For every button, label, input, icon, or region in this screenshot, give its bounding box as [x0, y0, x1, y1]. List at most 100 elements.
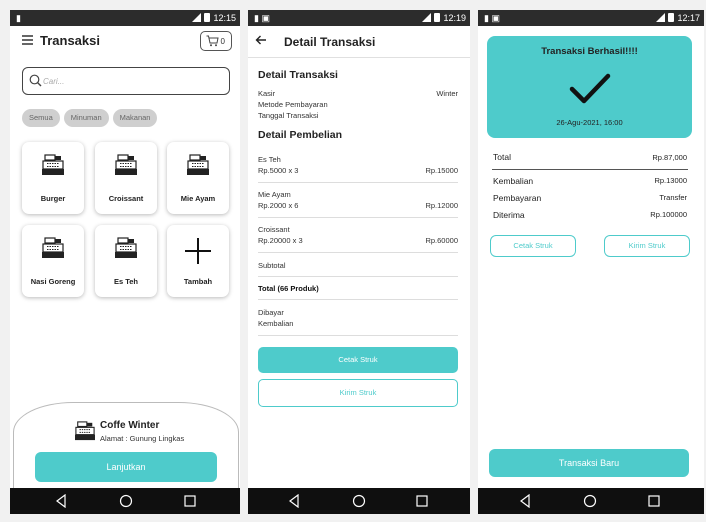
- product-card-burger[interactable]: Burger: [22, 142, 84, 214]
- received-label: Diterima: [493, 210, 525, 220]
- status-bar: ▮ ▣ 12:17: [478, 10, 704, 26]
- cart-count: 0: [220, 37, 225, 46]
- notification-icon: ▮ ▣: [254, 13, 270, 23]
- received-value: Rp.100000: [650, 210, 687, 219]
- change-label: Kembalian: [258, 319, 294, 328]
- item-name: Croissant: [258, 225, 290, 234]
- status-time: 12:19: [443, 13, 466, 23]
- divider: [258, 252, 458, 253]
- cash-register-icon: [42, 237, 64, 258]
- battery-icon: [434, 13, 441, 22]
- chip-minuman[interactable]: Minuman: [63, 109, 109, 127]
- nav-recents-icon[interactable]: [184, 495, 196, 507]
- product-name: Mie Ayam: [180, 194, 216, 203]
- cash-register-icon: [187, 154, 209, 175]
- print-receipt-button[interactable]: Cetak Struk: [258, 347, 458, 373]
- success-card: Transaksi Berhasil!!!! 26-Agu-2021, 16:0…: [487, 36, 692, 138]
- cash-register-icon: [42, 154, 64, 175]
- category-filters: Semua Minuman Makanan: [22, 107, 161, 127]
- payment-label: Pembayaran: [493, 193, 542, 203]
- payment-method-label: Metode Pembayaran: [258, 100, 328, 109]
- cashier-value: Winter: [436, 89, 458, 98]
- notification-icon: ▮: [16, 13, 21, 23]
- send-receipt-button[interactable]: Kirim Struk: [604, 235, 690, 257]
- search-placeholder: Cari...: [43, 77, 65, 86]
- nav-home-icon[interactable]: [119, 494, 133, 508]
- change-value: Rp.13000: [654, 176, 687, 185]
- nav-home-icon[interactable]: [583, 494, 597, 508]
- item-qty-price: Rp.20000 x 3: [258, 236, 303, 245]
- nav-recents-icon[interactable]: [416, 495, 428, 507]
- screen-transaksi-berhasil: ▮ ▣ 12:17 Transaksi Berhasil!!!! 26-Agu-…: [478, 10, 704, 514]
- payment-value: Transfer: [659, 193, 687, 202]
- status-time: 12:15: [213, 13, 236, 23]
- chip-makanan[interactable]: Makanan: [112, 109, 158, 127]
- app-bar: Transaksi 0: [10, 26, 240, 56]
- store-address: Alamat : Gunung Lingkas: [100, 434, 185, 443]
- divider: [258, 335, 458, 336]
- nav-home-icon[interactable]: [352, 494, 366, 508]
- product-name: Es Teh: [113, 277, 139, 286]
- notification-icon: ▮ ▣: [484, 13, 500, 23]
- paid-label: Dibayar: [258, 308, 284, 317]
- plus-icon: [185, 238, 211, 264]
- search-icon: [29, 74, 42, 87]
- section-title-transaction: Detail Transaksi: [258, 69, 338, 81]
- change-label: Kembalian: [493, 176, 534, 186]
- nav-back-icon[interactable]: [288, 494, 300, 508]
- total-value: Rp.87,000: [652, 153, 687, 162]
- success-date: 26-Agu-2021, 16:00: [556, 118, 623, 127]
- divider: [492, 169, 688, 170]
- add-product-button[interactable]: Tambah: [167, 225, 229, 297]
- item-name: Mie Ayam: [258, 190, 291, 199]
- nav-back-icon[interactable]: [519, 494, 531, 508]
- cash-register-icon: [75, 421, 95, 441]
- product-card-es-teh[interactable]: Es Teh: [95, 225, 157, 297]
- success-title: Transaksi Berhasil!!!!: [541, 46, 638, 57]
- menu-icon[interactable]: [22, 35, 33, 45]
- divider: [258, 182, 458, 183]
- print-receipt-button[interactable]: Cetak Struk: [490, 235, 576, 257]
- status-bar: ▮ ▣ 12:19: [248, 10, 470, 26]
- screen-detail-transaksi: ▮ ▣ 12:19 Detail Transaksi Detail Transa…: [248, 10, 470, 514]
- chip-semua[interactable]: Semua: [22, 109, 60, 127]
- product-card-croissant[interactable]: Croissant: [95, 142, 157, 214]
- divider: [258, 276, 458, 277]
- signal-icon: [422, 13, 432, 22]
- transaction-date-label: Tanggal Transaksi: [258, 111, 319, 120]
- item-qty-price: Rp.2000 x 6: [258, 201, 299, 210]
- store-name: Coffe Winter: [100, 420, 160, 431]
- battery-icon: [204, 13, 211, 22]
- send-receipt-button[interactable]: Kirim Struk: [258, 379, 458, 407]
- cash-register-icon: [115, 237, 137, 258]
- signal-icon: [192, 13, 202, 22]
- page-title: Transaksi: [40, 33, 100, 48]
- status-bar: ▮ 12:15: [10, 10, 240, 26]
- product-name: Croissant: [108, 194, 144, 203]
- item-name: Es Teh: [258, 155, 281, 164]
- new-transaction-button[interactable]: Transaksi Baru: [489, 449, 689, 477]
- screen-transaksi: ▮ 12:15 Transaksi 0 Cari... Semua Minuman…: [10, 10, 240, 514]
- product-name: Burger: [40, 194, 66, 203]
- continue-button[interactable]: Lanjutkan: [35, 452, 217, 482]
- add-product-label: Tambah: [183, 277, 213, 286]
- battery-icon: [668, 13, 675, 22]
- cart-button[interactable]: 0: [200, 31, 232, 51]
- nav-back-icon[interactable]: [55, 494, 67, 508]
- product-card-nasi-goreng[interactable]: Nasi Goreng: [22, 225, 84, 297]
- search-input[interactable]: Cari...: [22, 67, 230, 95]
- total-label: Total: [493, 152, 511, 162]
- item-total: Rp.15000: [425, 166, 458, 175]
- total-products-label: Total (66 Produk): [258, 284, 319, 293]
- product-card-mie-ayam[interactable]: Mie Ayam: [167, 142, 229, 214]
- divider: [258, 299, 458, 300]
- signal-icon: [656, 13, 666, 22]
- app-bar: Detail Transaksi: [248, 26, 470, 58]
- status-time: 12:17: [677, 13, 700, 23]
- divider: [258, 217, 458, 218]
- back-arrow-icon[interactable]: [255, 34, 267, 46]
- checkmark-icon: [569, 73, 611, 104]
- section-title-purchase: Detail Pembelian: [258, 129, 343, 141]
- nav-recents-icon[interactable]: [648, 495, 660, 507]
- cart-icon: [206, 35, 219, 47]
